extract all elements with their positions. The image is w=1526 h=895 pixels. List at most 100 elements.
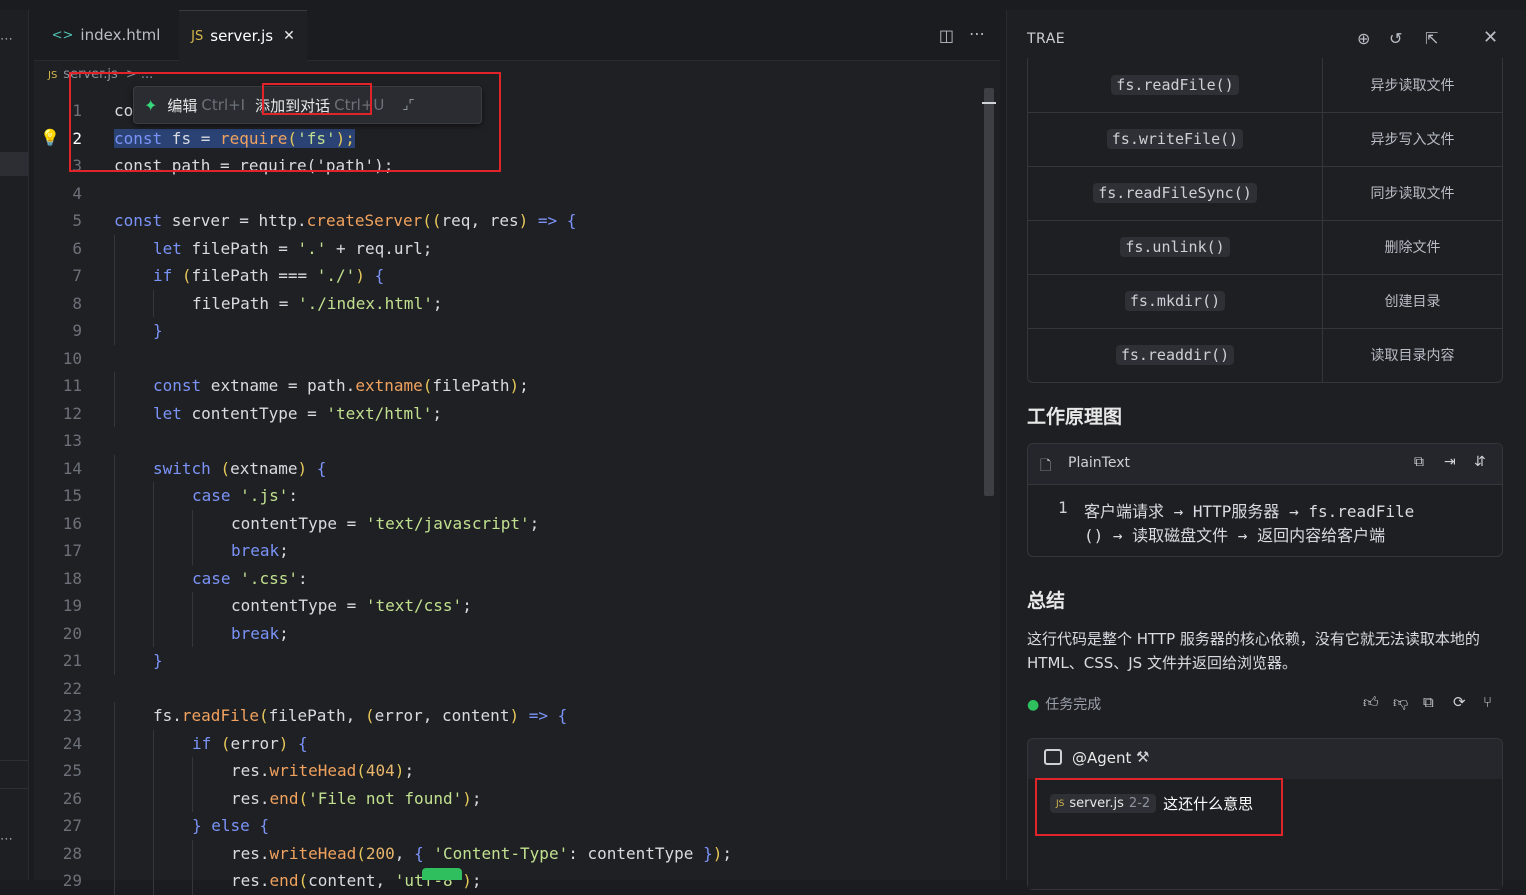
code-line[interactable]: 7 if (filePath === './') { (34, 262, 984, 290)
code-line[interactable]: 5 const server = http.createServer((req, … (34, 207, 984, 234)
tab-server-js[interactable]: JS server.js ✕ (179, 10, 307, 61)
more-actions-icon[interactable]: ⋯ (969, 24, 986, 43)
open-external-icon[interactable]: ⇱ (1425, 29, 1438, 48)
table-row: fs.unlink() 删除文件 (1028, 220, 1502, 275)
code-line[interactable]: 16 contentType = 'text/javascript'; (34, 509, 984, 537)
indent-guide (114, 619, 115, 647)
line-number: 28 (62, 843, 82, 863)
code-line[interactable]: 10 (34, 345, 984, 372)
indent-guide (114, 482, 115, 510)
code-text: case '.js': (192, 486, 298, 505)
method-name: fs.readFileSync() (1093, 183, 1257, 203)
line-number: 13 (62, 431, 82, 450)
split-editor-icon[interactable]: ◫ (939, 26, 954, 45)
method-description: 同步读取文件 (1370, 186, 1455, 202)
code-text: fs.readFile(filePath, (error, content) =… (153, 706, 568, 725)
divider (0, 760, 28, 761)
indent-guide (153, 812, 154, 840)
code-line[interactable]: 29 res.end(content, 'utf-8'); (34, 867, 984, 895)
indent-guide (114, 317, 115, 345)
code-line: 客户端请求 → HTTP服务器 → fs.readFile (1084, 502, 1415, 521)
method-name: fs.writeFile() (1106, 129, 1244, 149)
code-line[interactable]: 14 switch (extname) { (34, 454, 984, 482)
insert-icon[interactable]: ⇥ (1444, 454, 1456, 470)
code-line[interactable]: 25 res.writeHead(404); (34, 757, 984, 785)
code-line[interactable]: 15 case '.js': (34, 482, 984, 510)
code-text: if (filePath === './') { (153, 266, 385, 285)
indent-guide (114, 647, 115, 675)
scrollbar[interactable] (984, 88, 994, 496)
code-line[interactable]: 4 (34, 180, 984, 207)
indent-guide (114, 454, 115, 482)
code-line[interactable]: 17 break; (34, 537, 984, 565)
tab-index-html[interactable]: <> index.html (34, 10, 178, 60)
thumbs-down-icon[interactable]: 👎︎ (1393, 693, 1408, 712)
indent-guide (153, 757, 154, 785)
line-number: 17 (62, 541, 82, 560)
line-number: 7 (72, 266, 82, 285)
code-text: if (error) { (192, 733, 308, 753)
code-line[interactable]: 22 (34, 675, 984, 702)
line-number: 21 (62, 651, 82, 670)
agent-mention[interactable]: @Agent (1072, 749, 1131, 767)
close-icon[interactable]: ✕ (283, 28, 295, 44)
indent-guide (114, 729, 115, 757)
table-cell: fs.unlink() (1028, 220, 1323, 274)
method-description: 创建目录 (1384, 294, 1441, 310)
send-button[interactable] (422, 868, 462, 880)
tab-bar: <> index.html JS server.js ✕ ◫ ⋯ (34, 10, 1000, 61)
close-icon[interactable]: ✕ (1483, 27, 1498, 48)
line-number: 29 (62, 871, 82, 890)
line-number: 18 (62, 568, 82, 588)
line-number: 27 (62, 816, 82, 835)
code-line[interactable]: 23 fs.readFile(filePath, (error, content)… (34, 702, 984, 730)
indent-guide (192, 619, 193, 647)
copy-icon[interactable]: ⧉ (1423, 693, 1434, 711)
indent-guide (114, 592, 115, 620)
line-number: 22 (62, 678, 82, 698)
code-line[interactable]: 13 (34, 427, 984, 454)
indent-guide (114, 839, 115, 867)
method-description: 异步写入文件 (1370, 132, 1455, 148)
more-icon[interactable]: ⋯ (0, 32, 14, 47)
indent-guide (192, 839, 193, 867)
code-line[interactable]: 6 let filePath = '.' + req.url; (34, 234, 984, 262)
code-line[interactable]: 21} (34, 647, 984, 675)
indent-guide (114, 509, 115, 537)
table-row: fs.readdir() 读取目录内容 (1028, 328, 1502, 382)
code-line[interactable]: 11 const extname = path.extname(filePath)… (34, 372, 984, 400)
more-icon[interactable]: ⋯ (0, 832, 13, 847)
new-chat-icon[interactable]: ⊕ (1357, 29, 1370, 48)
line-number: 16 (62, 513, 82, 533)
code-line[interactable]: 20 break; (34, 619, 984, 647)
code-line[interactable]: 8 filePath = './index.html'; (34, 289, 984, 317)
method-description: 异步读取文件 (1370, 78, 1455, 94)
code-block: 🗋 PlainText ⧉ ⇥ ⇵ 1 客户端请求 → HTTP服务器 → fs… (1027, 443, 1503, 557)
indent-guide (153, 509, 154, 537)
history-icon[interactable]: ↺ (1389, 29, 1402, 48)
code-line[interactable]: 28 res.writeHead(200, { 'Content-Type': c… (34, 839, 984, 867)
indent-guide (114, 262, 115, 290)
method-name: fs.readdir() (1115, 345, 1235, 365)
code-line[interactable]: 27 } else { (34, 812, 984, 840)
code-line[interactable]: 9} (34, 317, 984, 345)
code-line[interactable]: 12 let contentType = 'text/html'; (34, 399, 984, 427)
code-text: } else { (192, 816, 270, 835)
tools-icon[interactable]: ⚒ (1136, 748, 1149, 766)
copy-icon[interactable]: ⧉ (1414, 454, 1424, 470)
code-text: res.end('File not found'); (231, 788, 482, 808)
thumbs-up-icon[interactable]: 👍︎ (1363, 693, 1379, 712)
indent-guide (114, 757, 115, 785)
code-text: contentType = 'text/javascript'; (231, 513, 540, 533)
branch-icon[interactable]: ⑂ (1483, 693, 1492, 711)
code-line[interactable]: 24 if (error) { (34, 729, 984, 757)
regenerate-icon[interactable]: ⟳ (1453, 693, 1466, 711)
code-line[interactable]: 19 contentType = 'text/css'; (34, 592, 984, 620)
code-line[interactable]: 26 res.end('File not found'); (34, 784, 984, 812)
apply-icon[interactable]: ⇵ (1474, 454, 1486, 470)
code-text: filePath = './index.html'; (192, 293, 443, 313)
fs-methods-table: fs.readFile() 异步读取文件 fs.writeFile() 异步写入文件 f… (1027, 58, 1503, 383)
line-number: 14 (62, 458, 82, 478)
indent-guide (192, 867, 193, 895)
code-line[interactable]: 18 case '.css': (34, 564, 984, 592)
